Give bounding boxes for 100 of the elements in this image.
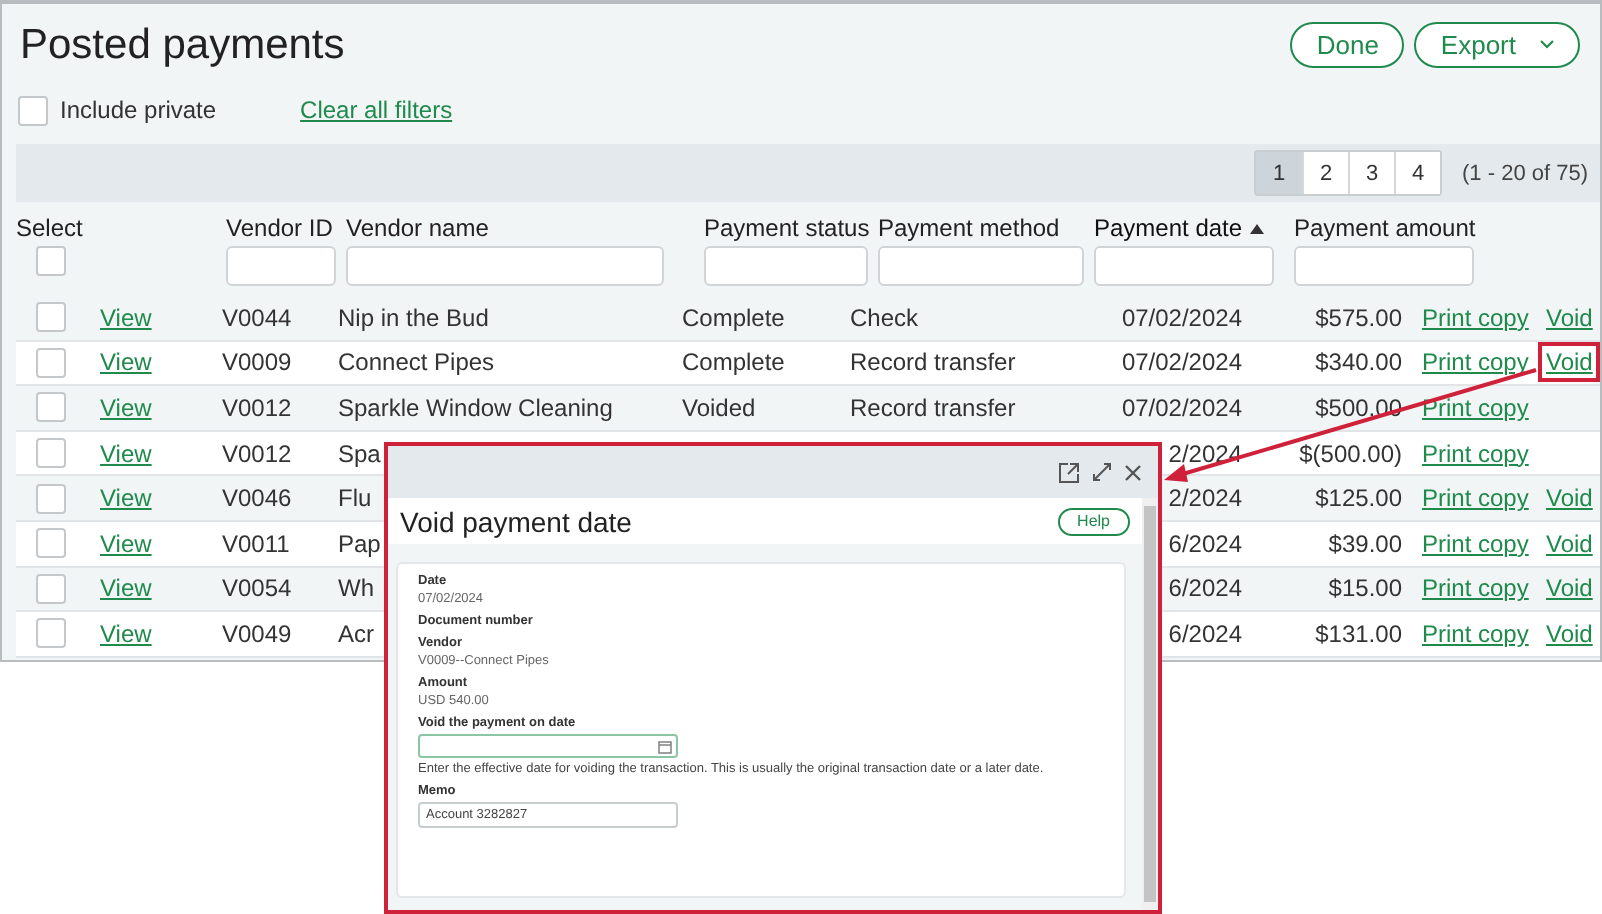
table-cell: $131.00	[1315, 619, 1402, 648]
table-cell: $575.00	[1315, 303, 1402, 332]
expand-icon[interactable]	[1092, 462, 1112, 482]
table-cell: V0046	[222, 484, 292, 513]
table-cell: Connect Pipes	[338, 348, 495, 377]
view-link[interactable]: View	[100, 393, 152, 422]
page-button[interactable]: 3	[1348, 152, 1395, 194]
row-checkbox[interactable]	[36, 483, 66, 514]
row-checkbox[interactable]	[36, 392, 66, 423]
table-cell: Flu	[338, 484, 372, 513]
print-copy-link[interactable]: Print copy	[1422, 484, 1529, 513]
void-link[interactable]: Void	[1538, 342, 1601, 383]
include-private-checkbox[interactable]	[18, 95, 48, 125]
print-copy-link[interactable]: Print copy	[1422, 529, 1529, 558]
view-link[interactable]: View	[100, 484, 152, 513]
table-cell: V0011	[222, 529, 290, 558]
table-cell: V0054	[222, 574, 292, 603]
row-checkbox[interactable]	[36, 302, 66, 333]
column-filter-field[interactable]	[1094, 246, 1274, 286]
row-checkbox[interactable]	[36, 573, 66, 604]
table-cell: 6/2024	[1168, 574, 1242, 603]
close-icon[interactable]	[1124, 463, 1142, 481]
open-in-new-window-icon[interactable]	[1058, 461, 1080, 483]
table-cell: Sparkle Window Cleaning	[338, 393, 613, 422]
clear-filters-link[interactable]: Clear all filters	[300, 96, 453, 124]
row-checkbox[interactable]	[36, 438, 66, 469]
table-cell: 07/02/2024	[1121, 348, 1242, 377]
sort-ascending-icon	[1250, 223, 1265, 233]
table-cell: $125.00	[1315, 484, 1402, 513]
table-cell: 6/2024	[1168, 619, 1242, 648]
table-cell: 6/2024	[1168, 529, 1242, 558]
scrollbar[interactable]	[1142, 498, 1158, 910]
void-link[interactable]: Void	[1538, 523, 1601, 564]
calendar-icon[interactable]	[658, 739, 672, 753]
column-header[interactable]: Payment method	[878, 214, 1084, 242]
column-header[interactable]: Payment status	[704, 214, 868, 242]
table-cell: 07/02/2024	[1121, 393, 1242, 422]
column-header: Select	[16, 214, 85, 242]
help-button[interactable]: Help	[1057, 507, 1130, 535]
view-link[interactable]: View	[100, 439, 152, 468]
table-cell: V0044	[222, 303, 292, 332]
print-copy-link[interactable]: Print copy	[1422, 619, 1529, 648]
row-checkbox[interactable]	[36, 528, 66, 559]
void-link[interactable]: Void	[1538, 297, 1601, 338]
table-cell: Record transfer	[850, 348, 1016, 377]
view-link[interactable]: View	[100, 529, 152, 558]
table-cell: $15.00	[1328, 574, 1402, 603]
column-filter-field[interactable]	[226, 246, 336, 286]
table-cell: Complete	[682, 348, 785, 377]
select-all-checkbox[interactable]	[36, 246, 66, 276]
view-link[interactable]: View	[100, 619, 152, 648]
chevron-down-icon	[1540, 40, 1554, 50]
table-cell: V0009	[222, 348, 292, 377]
table-cell: $39.00	[1328, 529, 1402, 558]
column-filter-field[interactable]	[878, 246, 1084, 286]
page-button[interactable]: 1	[1256, 152, 1303, 194]
page-button[interactable]: 4	[1394, 152, 1441, 194]
column-filter-field[interactable]	[346, 246, 664, 286]
table-cell: V0049	[222, 619, 292, 648]
table-cell: $340.00	[1315, 348, 1402, 377]
date-input-field[interactable]	[418, 734, 678, 758]
table-cell: Pap	[338, 529, 381, 558]
void-link[interactable]: Void	[1538, 613, 1601, 654]
print-copy-link[interactable]: Print copy	[1422, 303, 1529, 332]
done-button[interactable]: Done	[1290, 22, 1405, 68]
export-menu-button[interactable]: Export	[1414, 22, 1580, 68]
table-cell: Check	[850, 303, 919, 332]
row-checkbox[interactable]	[36, 347, 66, 378]
table-cell: Complete	[682, 303, 785, 332]
print-copy-link[interactable]: Print copy	[1422, 348, 1529, 377]
table-cell: Wh	[338, 574, 374, 603]
column-filter-field[interactable]	[704, 246, 868, 286]
table-cell: Nip in the Bud	[338, 303, 489, 332]
view-link[interactable]: View	[100, 574, 152, 603]
column-header[interactable]: Payment date	[1094, 214, 1284, 242]
print-copy-link[interactable]: Print copy	[1422, 439, 1529, 468]
table-cell: Acr	[338, 619, 374, 648]
table-cell: 2/2024	[1168, 484, 1242, 513]
column-header[interactable]: Vendor ID	[226, 214, 336, 242]
include-private-label: Include private	[60, 96, 217, 124]
column-header[interactable]: Vendor name	[346, 214, 664, 242]
table-cell: Voided	[682, 393, 756, 422]
table-cell: 07/02/2024	[1121, 303, 1242, 332]
view-link[interactable]: View	[100, 348, 152, 377]
table-cell: V0012	[222, 439, 292, 468]
void-link[interactable]: Void	[1538, 568, 1601, 609]
table-cell: Spa	[338, 439, 381, 468]
row-checkbox[interactable]	[36, 618, 66, 649]
page-button[interactable]: 2	[1302, 152, 1349, 194]
dialog-title: Void payment date	[400, 505, 632, 537]
print-copy-link[interactable]: Print copy	[1422, 574, 1529, 603]
column-header[interactable]: Payment amount	[1294, 214, 1590, 242]
page-range: (1 - 20 of 75)	[1462, 161, 1588, 185]
view-link[interactable]: View	[100, 303, 152, 332]
void-link[interactable]: Void	[1538, 478, 1601, 519]
column-filter-field[interactable]	[1294, 246, 1474, 286]
table-cell: V0012	[222, 393, 292, 422]
page-title: Posted payments	[20, 21, 345, 69]
table-cell: $(500.00)	[1299, 439, 1402, 468]
table-cell: Record transfer	[850, 393, 1016, 422]
